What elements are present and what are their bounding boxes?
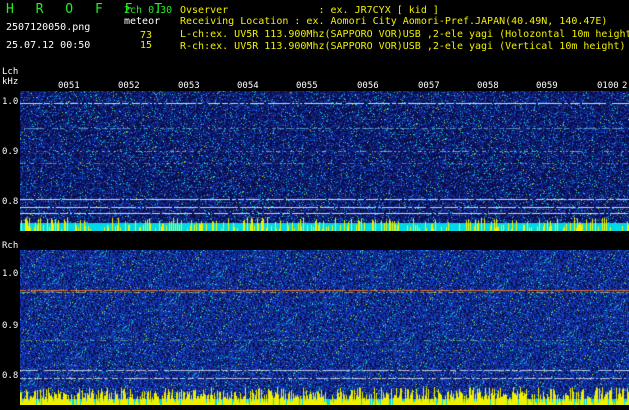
- time-tick-0053: 0053: [178, 81, 200, 91]
- datetime-label: 25.07.12 00:50: [6, 40, 91, 51]
- lch-label: Lch: [2, 67, 19, 77]
- lch-tick-0-9: 0.9: [2, 147, 19, 157]
- time-tick-0057: 0057: [418, 81, 440, 91]
- rch-info: R-ch:ex. UV5R 113.900Mhz(SAPPORO VOR)USB…: [180, 41, 626, 52]
- time-tick-0100: 0100: [597, 81, 619, 91]
- filename-label: 2507120050.png: [6, 22, 91, 33]
- lch-tick-1-0: 1.0: [2, 97, 19, 107]
- time-tick-0056: 0056: [357, 81, 379, 91]
- rch-count: 15: [140, 40, 153, 51]
- rch-tick-0-8: 0.8: [2, 371, 19, 381]
- time-tick-0051: 0051: [58, 81, 80, 91]
- lch-spectrogram: [20, 91, 629, 231]
- version-label: 2ch 0.30: [124, 5, 173, 16]
- location-info: Receiving Location : ex. Aomori City Aom…: [180, 16, 608, 27]
- lch-tick-0-8: 0.8: [2, 197, 19, 207]
- rch-spectrogram: [20, 250, 629, 405]
- time-tick-2: 2: [622, 81, 628, 91]
- time-tick-0058: 0058: [477, 81, 499, 91]
- observer-info: Ovserver : ex. JR7CYX [ kid ]: [180, 5, 439, 16]
- rch-label: Rch: [2, 241, 19, 251]
- rch-tick-1-0: 1.0: [2, 269, 19, 279]
- rch-tick-0-9: 0.9: [2, 321, 19, 331]
- time-tick-0054: 0054: [237, 81, 259, 91]
- time-tick-0052: 0052: [118, 81, 140, 91]
- lch-info: L-ch:ex. UV5R 113.900Mhz(SAPPORO VOR)USB…: [180, 29, 629, 40]
- time-tick-0055: 0055: [296, 81, 318, 91]
- time-tick-0059: 0059: [536, 81, 558, 91]
- lch-unit-label: kHz: [2, 77, 19, 87]
- mode-label: meteor: [124, 16, 161, 27]
